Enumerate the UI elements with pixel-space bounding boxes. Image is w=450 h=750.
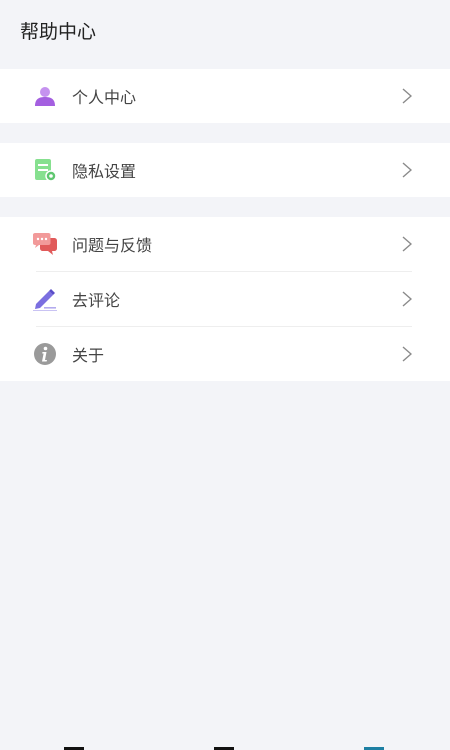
pencil-icon bbox=[32, 286, 58, 312]
user-icon bbox=[32, 83, 58, 109]
chevron-right-icon bbox=[402, 291, 413, 307]
menu-item-label: 隐私设置 bbox=[72, 162, 137, 181]
menu-item-review[interactable]: 去评论 bbox=[0, 272, 450, 326]
menu-item-feedback[interactable]: 问题与反馈 bbox=[0, 217, 450, 271]
settings-group-account: 个人中心 bbox=[0, 69, 450, 123]
page-title: 帮助中心 bbox=[20, 20, 97, 43]
menu-item-label: 个人中心 bbox=[72, 88, 137, 107]
chevron-right-icon bbox=[402, 236, 413, 252]
privacy-settings-icon bbox=[32, 157, 58, 183]
settings-group-support: 问题与反馈 去评论 关于 bbox=[0, 217, 450, 381]
chevron-right-icon bbox=[402, 162, 413, 178]
chevron-right-icon bbox=[402, 88, 413, 104]
menu-item-about[interactable]: 关于 bbox=[0, 327, 450, 381]
chevron-right-icon bbox=[402, 346, 413, 362]
info-icon bbox=[32, 341, 58, 367]
page-header: 帮助中心 bbox=[0, 0, 450, 60]
menu-item-label: 去评论 bbox=[72, 291, 121, 310]
settings-group-privacy: 隐私设置 bbox=[0, 143, 450, 197]
menu-item-personal-center[interactable]: 个人中心 bbox=[0, 69, 450, 123]
menu-item-label: 关于 bbox=[72, 346, 105, 365]
menu-item-label: 问题与反馈 bbox=[72, 236, 153, 255]
menu-item-privacy-settings[interactable]: 隐私设置 bbox=[0, 143, 450, 197]
chat-bubbles-icon bbox=[32, 231, 58, 257]
